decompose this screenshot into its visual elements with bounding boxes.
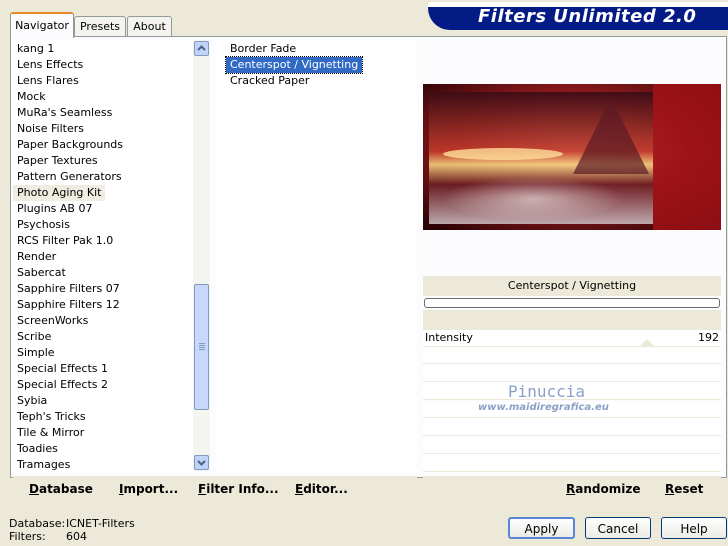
watermark-name: Pinuccia (508, 382, 586, 401)
category-item[interactable]: ScreenWorks (13, 313, 92, 329)
category-item[interactable]: Sabercat (13, 265, 70, 281)
category-item[interactable]: Mock (13, 89, 50, 105)
intensity-label: Intensity (425, 331, 473, 344)
intensity-slider-row[interactable]: Intensity 192 (423, 330, 721, 347)
status-filters-value: 604 (66, 530, 87, 543)
watermark-site: www.maidiregrafica.eu (478, 402, 609, 413)
category-item[interactable]: Psychosis (13, 217, 74, 233)
chevron-down-icon (197, 460, 206, 466)
category-item[interactable]: Scribe (13, 329, 55, 345)
filter-item[interactable]: Centerspot / Vignetting (224, 56, 364, 74)
category-item[interactable]: Sybia (13, 393, 51, 409)
filter-list[interactable]: Border Fade Centerspot / Vignetting Cracke… (216, 40, 417, 472)
category-item[interactable]: Render (13, 249, 60, 265)
category-item[interactable]: Special Effects 2 (13, 377, 112, 393)
filter-title: Centerspot / Vignetting (423, 276, 721, 296)
category-item[interactable]: Teph's Tricks (13, 409, 90, 425)
chevron-up-icon (197, 45, 206, 51)
param-row-8[interactable] (423, 456, 721, 472)
category-item[interactable]: Lens Flares (13, 73, 83, 89)
category-item[interactable]: Paper Textures (13, 153, 102, 169)
param-row-3[interactable] (423, 366, 721, 382)
filter-item[interactable]: Border Fade (226, 41, 300, 57)
category-scrollbar[interactable] (193, 40, 210, 471)
intensity-slider-marker[interactable] (640, 339, 655, 346)
category-item[interactable]: Paper Backgrounds (13, 137, 127, 153)
category-item[interactable]: Noise Filters (13, 121, 88, 137)
category-item[interactable]: kang 1 (13, 41, 58, 57)
help-button[interactable]: Help (661, 517, 727, 539)
scroll-thumb[interactable] (194, 284, 209, 410)
param-row-6[interactable] (423, 420, 721, 436)
category-item[interactable]: Lens Effects (13, 57, 87, 73)
status-database-value: ICNET-Filters (66, 517, 135, 530)
editor-button[interactable]: Editor... (295, 482, 348, 496)
tab-about[interactable]: About (127, 16, 172, 36)
filter-info-button[interactable]: Filter Info... (198, 482, 279, 496)
cancel-button[interactable]: Cancel (585, 517, 651, 539)
category-item[interactable]: MuRa's Seamless (13, 105, 116, 121)
apply-button[interactable]: Apply (508, 517, 575, 539)
progress-bar (424, 298, 720, 308)
banner-title: Filters Unlimited 2.0 (478, 6, 697, 27)
category-item[interactable]: Photo Aging Kit (13, 185, 106, 201)
tab-presets[interactable]: Presets (74, 16, 126, 36)
filter-item[interactable]: Cracked Paper (226, 73, 313, 89)
category-item[interactable]: RCS Filter Pak 1.0 (13, 233, 117, 249)
param-row-2[interactable] (423, 348, 721, 364)
param-row-7[interactable] (423, 438, 721, 454)
import-button[interactable]: Import... (119, 482, 178, 496)
intensity-value: 192 (698, 331, 719, 344)
preview-area (423, 40, 721, 272)
scroll-up-button[interactable] (194, 41, 209, 56)
status-filters-label: Filters: (9, 530, 46, 543)
status-database-label: Database: (9, 517, 66, 530)
tab-navigator[interactable]: Navigator (10, 12, 74, 38)
category-item[interactable]: Pattern Generators (13, 169, 126, 185)
randomize-button[interactable]: Randomize (566, 482, 640, 496)
title-banner: Filters Unlimited 2.0 (428, 2, 728, 30)
category-item[interactable]: Toadies (13, 441, 62, 457)
category-item[interactable]: Plugins AB 07 (13, 201, 96, 217)
category-item[interactable]: Sapphire Filters 07 (13, 281, 124, 297)
category-item[interactable]: Tile & Mirror (13, 425, 88, 441)
category-item[interactable]: Sapphire Filters 12 (13, 297, 124, 313)
reset-button[interactable]: Reset (665, 482, 703, 496)
category-item[interactable]: Tramages (13, 457, 74, 472)
category-list[interactable]: kang 1 Lens Effects Lens Flares Mock MuRa's … (13, 40, 193, 472)
category-item[interactable]: Simple (13, 345, 59, 361)
category-item[interactable]: Special Effects 1 (13, 361, 112, 377)
preview-image (423, 84, 721, 230)
scroll-down-button[interactable] (194, 455, 209, 470)
database-button[interactable]: Database (29, 482, 93, 496)
